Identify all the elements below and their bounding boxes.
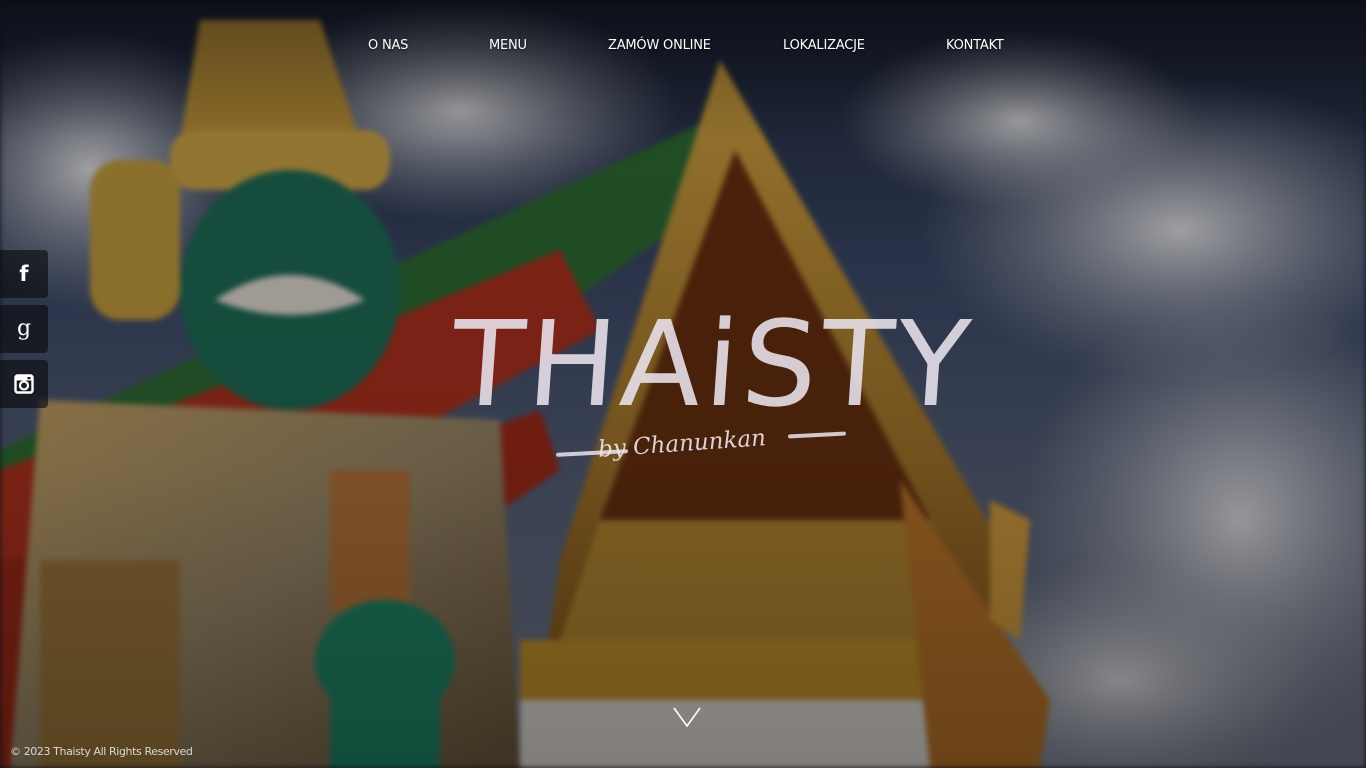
facebook-icon: f <box>19 261 29 286</box>
logo-wordmark: THAiSTY <box>447 295 979 433</box>
scroll-down-button[interactable] <box>672 704 702 730</box>
google-plus-button[interactable]: g <box>0 305 48 353</box>
instagram-icon <box>14 374 34 394</box>
facebook-button[interactable]: f <box>0 250 48 298</box>
hero-section: O NAS MENU ZAMÓW ONLINE LOKALIZACJE KONT… <box>0 0 1366 768</box>
main-navigation: O NAS MENU ZAMÓW ONLINE LOKALIZACJE KONT… <box>0 38 1366 60</box>
chevron-down-icon <box>673 707 701 728</box>
nav-item-zamow-online[interactable]: ZAMÓW ONLINE <box>608 38 711 53</box>
thaisty-logo: THAiSTY by Chanunkan <box>447 295 978 475</box>
copyright-text: © 2023 Thaisty All Rights Reserved <box>10 745 193 758</box>
nav-item-lokalizacje[interactable]: LOKALIZACJE <box>783 38 865 53</box>
social-sidebar: f g <box>0 250 48 415</box>
google-plus-icon: g <box>16 316 32 341</box>
nav-item-menu[interactable]: MENU <box>489 38 527 53</box>
instagram-button[interactable] <box>0 360 48 408</box>
nav-item-o-nas[interactable]: O NAS <box>368 38 408 53</box>
nav-item-kontakt[interactable]: KONTAKT <box>946 38 1004 53</box>
